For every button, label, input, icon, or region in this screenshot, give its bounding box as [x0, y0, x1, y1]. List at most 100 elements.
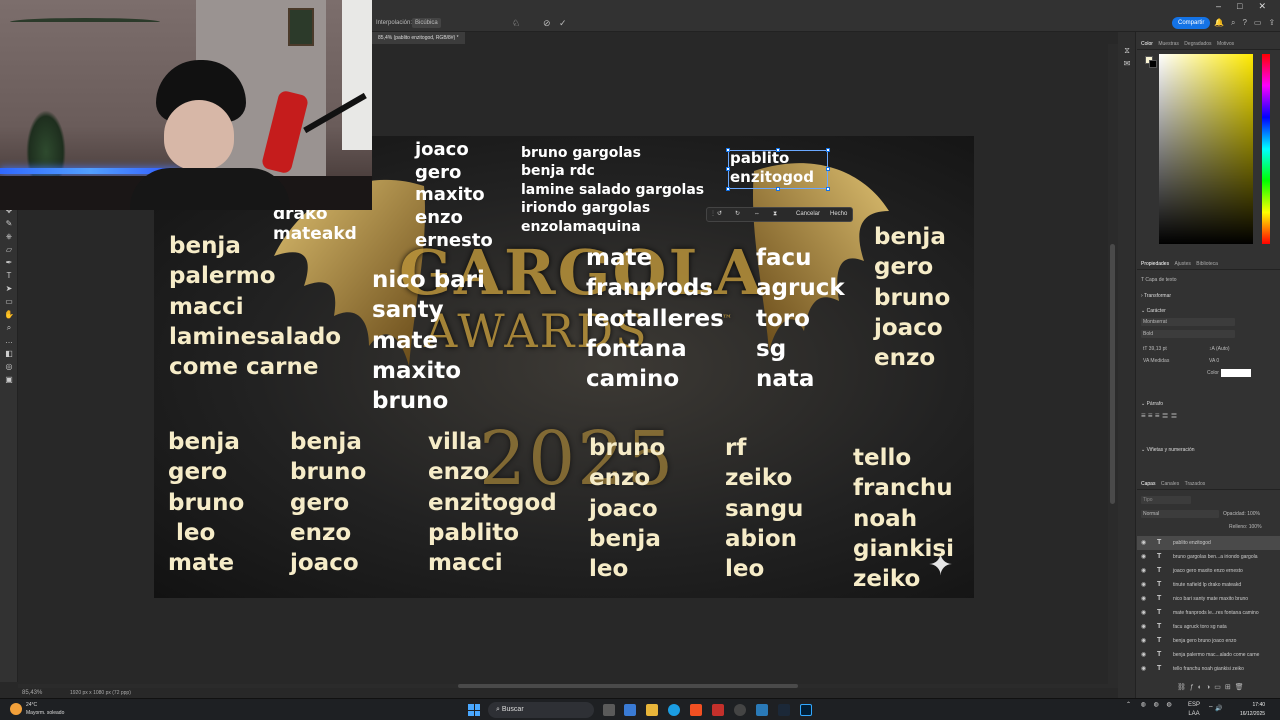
zoom-level[interactable]: 85,43%	[22, 688, 42, 698]
layer-row[interactable]: ◉ Tbenja gero bruno joaco enzo	[1137, 634, 1280, 648]
eye-icon[interactable]: ◉	[1141, 578, 1146, 592]
paragraph-section[interactable]: ⌄ Párrafo	[1141, 400, 1163, 408]
path-select-icon[interactable]: ➤	[0, 282, 18, 295]
language-indicator[interactable]: ESP LAA	[1188, 701, 1200, 719]
eye-icon[interactable]: ◉	[1141, 634, 1146, 648]
resize-handle[interactable]	[776, 187, 780, 191]
name-block[interactable]: benja palermo macci laminesalado come ca…	[169, 231, 341, 383]
layer-row[interactable]: ◉ Ttello franchu noah giankisi zeiko	[1137, 662, 1280, 676]
start-button[interactable]	[468, 704, 480, 716]
hue-slider[interactable]	[1262, 54, 1270, 244]
resize-handle[interactable]	[726, 167, 730, 171]
file-explorer-icon[interactable]	[646, 704, 658, 716]
stamp-tool-icon[interactable]: ⎈	[0, 230, 18, 243]
widgets-icon[interactable]	[624, 704, 636, 716]
layer-row[interactable]: ◉ Tbenja palermo mac...alado come carne	[1137, 648, 1280, 662]
cancel-transform-icon[interactable]: ⊘	[543, 14, 551, 32]
drag-handle-icon[interactable]: ⋮	[710, 208, 716, 221]
opacity-field[interactable]: Opacidad: 100%	[1223, 510, 1260, 518]
interpolation-select[interactable]: Bicúbica	[412, 18, 441, 28]
hand-tool-icon[interactable]: ✋	[0, 308, 18, 321]
photoshop-icon[interactable]	[800, 704, 812, 716]
justify-all-icon[interactable]: ≣	[1171, 411, 1178, 420]
tab-gradients[interactable]: Degradados	[1184, 41, 1211, 47]
done-button[interactable]: Hecho	[830, 208, 847, 221]
justify-icon[interactable]: ≣	[1162, 411, 1169, 420]
bullets-section[interactable]: ⌄ Viñetas y numeración	[1141, 446, 1195, 454]
layer-row[interactable]: ◉ Tnico bari santy mate maxito bruno	[1137, 592, 1280, 606]
close-icon[interactable]: ✕	[1258, 0, 1266, 12]
layer-row[interactable]: ◉ Ttinute nafield lp drako mateakd	[1137, 578, 1280, 592]
minimize-icon[interactable]: –	[1216, 0, 1221, 12]
name-block[interactable]: rf zeiko sangu abion leo	[725, 433, 803, 585]
name-block[interactable]: benja gero bruno leo mate	[168, 427, 244, 579]
eraser-tool-icon[interactable]: ▱	[0, 243, 18, 256]
app-icon[interactable]	[712, 704, 724, 716]
eye-icon[interactable]: ◉	[1141, 536, 1146, 550]
more-tools-icon[interactable]: …	[0, 334, 18, 347]
chevron-up-icon[interactable]: ⌃	[1126, 702, 1131, 708]
workspace-icon[interactable]: ▭	[1254, 14, 1262, 32]
name-block[interactable]: mate franprods leotalleres fontana camin…	[586, 243, 724, 395]
rotate-right-icon[interactable]: ↻	[735, 208, 740, 221]
align-left-icon[interactable]: ≡	[1141, 411, 1146, 420]
vertical-scrollbar[interactable]	[1108, 44, 1118, 684]
warp-icon[interactable]: ⧗	[773, 208, 777, 221]
comments-icon[interactable]: ✉	[1118, 57, 1136, 70]
tab-libraries[interactable]: Biblioteca	[1196, 261, 1218, 267]
layer-filter-search[interactable]: Tipo	[1141, 496, 1191, 504]
mask-icon[interactable]: ◐	[1198, 684, 1206, 691]
search-icon[interactable]: ⌕	[1231, 14, 1235, 32]
type-tool-icon[interactable]: T	[0, 269, 18, 282]
tab-color[interactable]: Color	[1141, 41, 1153, 47]
background-color-swatch[interactable]	[1149, 60, 1157, 68]
new-layer-icon[interactable]: ⊞	[1225, 684, 1235, 691]
document-tab[interactable]: 85,4% (pablito enzitogod, RGB/8#) *	[372, 32, 465, 44]
name-block[interactable]: bruno gargolas benja rdc lamine salado g…	[521, 144, 704, 236]
tray-app-icon[interactable]: ◍	[1154, 702, 1159, 708]
name-block[interactable]: tello franchu noah giankisi zeiko	[853, 443, 954, 595]
resize-handle[interactable]	[776, 148, 780, 152]
fx-icon[interactable]: ƒ	[1190, 684, 1198, 691]
obs-icon[interactable]	[734, 704, 746, 716]
font-style-select[interactable]: Bold	[1141, 330, 1235, 338]
eye-icon[interactable]: ◉	[1141, 662, 1146, 676]
resize-handle[interactable]	[726, 148, 730, 152]
link-icon[interactable]: ⛓	[1177, 684, 1190, 691]
tab-channels[interactable]: Canales	[1161, 481, 1179, 487]
eye-icon[interactable]: ◉	[1141, 606, 1146, 620]
app-icon[interactable]	[756, 704, 768, 716]
scroll-thumb[interactable]	[1110, 244, 1115, 504]
name-block[interactable]: benja bruno gero enzo joaco	[290, 427, 366, 579]
layer-row[interactable]: ◉ Tbruno gargolas ben...a iriondo gargola	[1137, 550, 1280, 564]
brush-tool-icon[interactable]: ✎	[0, 217, 18, 230]
zoom-tool-icon[interactable]: ⌕	[0, 321, 18, 334]
help-icon[interactable]: ?	[1242, 14, 1246, 32]
name-block[interactable]: benja gero bruno joaco enzo	[874, 222, 950, 374]
steam-icon[interactable]	[778, 704, 790, 716]
name-block[interactable]: villa enzo enzitogod pablito macci	[428, 427, 557, 579]
layer-row[interactable]: ◉ Tmate franprods le...res fontana camino	[1137, 606, 1280, 620]
leading-field[interactable]: ↕A (Auto)	[1209, 345, 1230, 353]
transform-section[interactable]: › Transformar	[1141, 292, 1171, 300]
bell-icon[interactable]: 🔔	[1214, 14, 1224, 32]
text-bounding-box[interactable]	[726, 148, 830, 191]
resize-handle[interactable]	[826, 187, 830, 191]
trash-icon[interactable]: 🗑	[1235, 684, 1248, 691]
quick-mask-icon[interactable]: ◎	[0, 360, 18, 373]
color-picker-field[interactable]	[1159, 54, 1253, 244]
rectangle-tool-icon[interactable]: ▭	[0, 295, 18, 308]
share-button[interactable]: Compartir	[1172, 17, 1211, 29]
taskbar-search[interactable]: ⌕ Buscar	[488, 702, 594, 718]
tracking-field[interactable]: VA 0	[1209, 357, 1219, 365]
name-block[interactable]: bruno enzo joaco benja leo	[589, 433, 665, 585]
resize-handle[interactable]	[726, 187, 730, 191]
eye-icon[interactable]: ◉	[1141, 550, 1146, 564]
resize-handle[interactable]	[826, 167, 830, 171]
flip-icon[interactable]: ⇔	[754, 208, 760, 221]
eye-icon[interactable]: ◉	[1141, 564, 1146, 578]
rotate-left-icon[interactable]: ↺	[717, 208, 722, 221]
eye-icon[interactable]: ◉	[1141, 620, 1146, 634]
layer-row[interactable]: ◉ Tjoaco gero maxito enzo ernesto	[1137, 564, 1280, 578]
align-center-icon[interactable]: ≡	[1148, 411, 1153, 420]
